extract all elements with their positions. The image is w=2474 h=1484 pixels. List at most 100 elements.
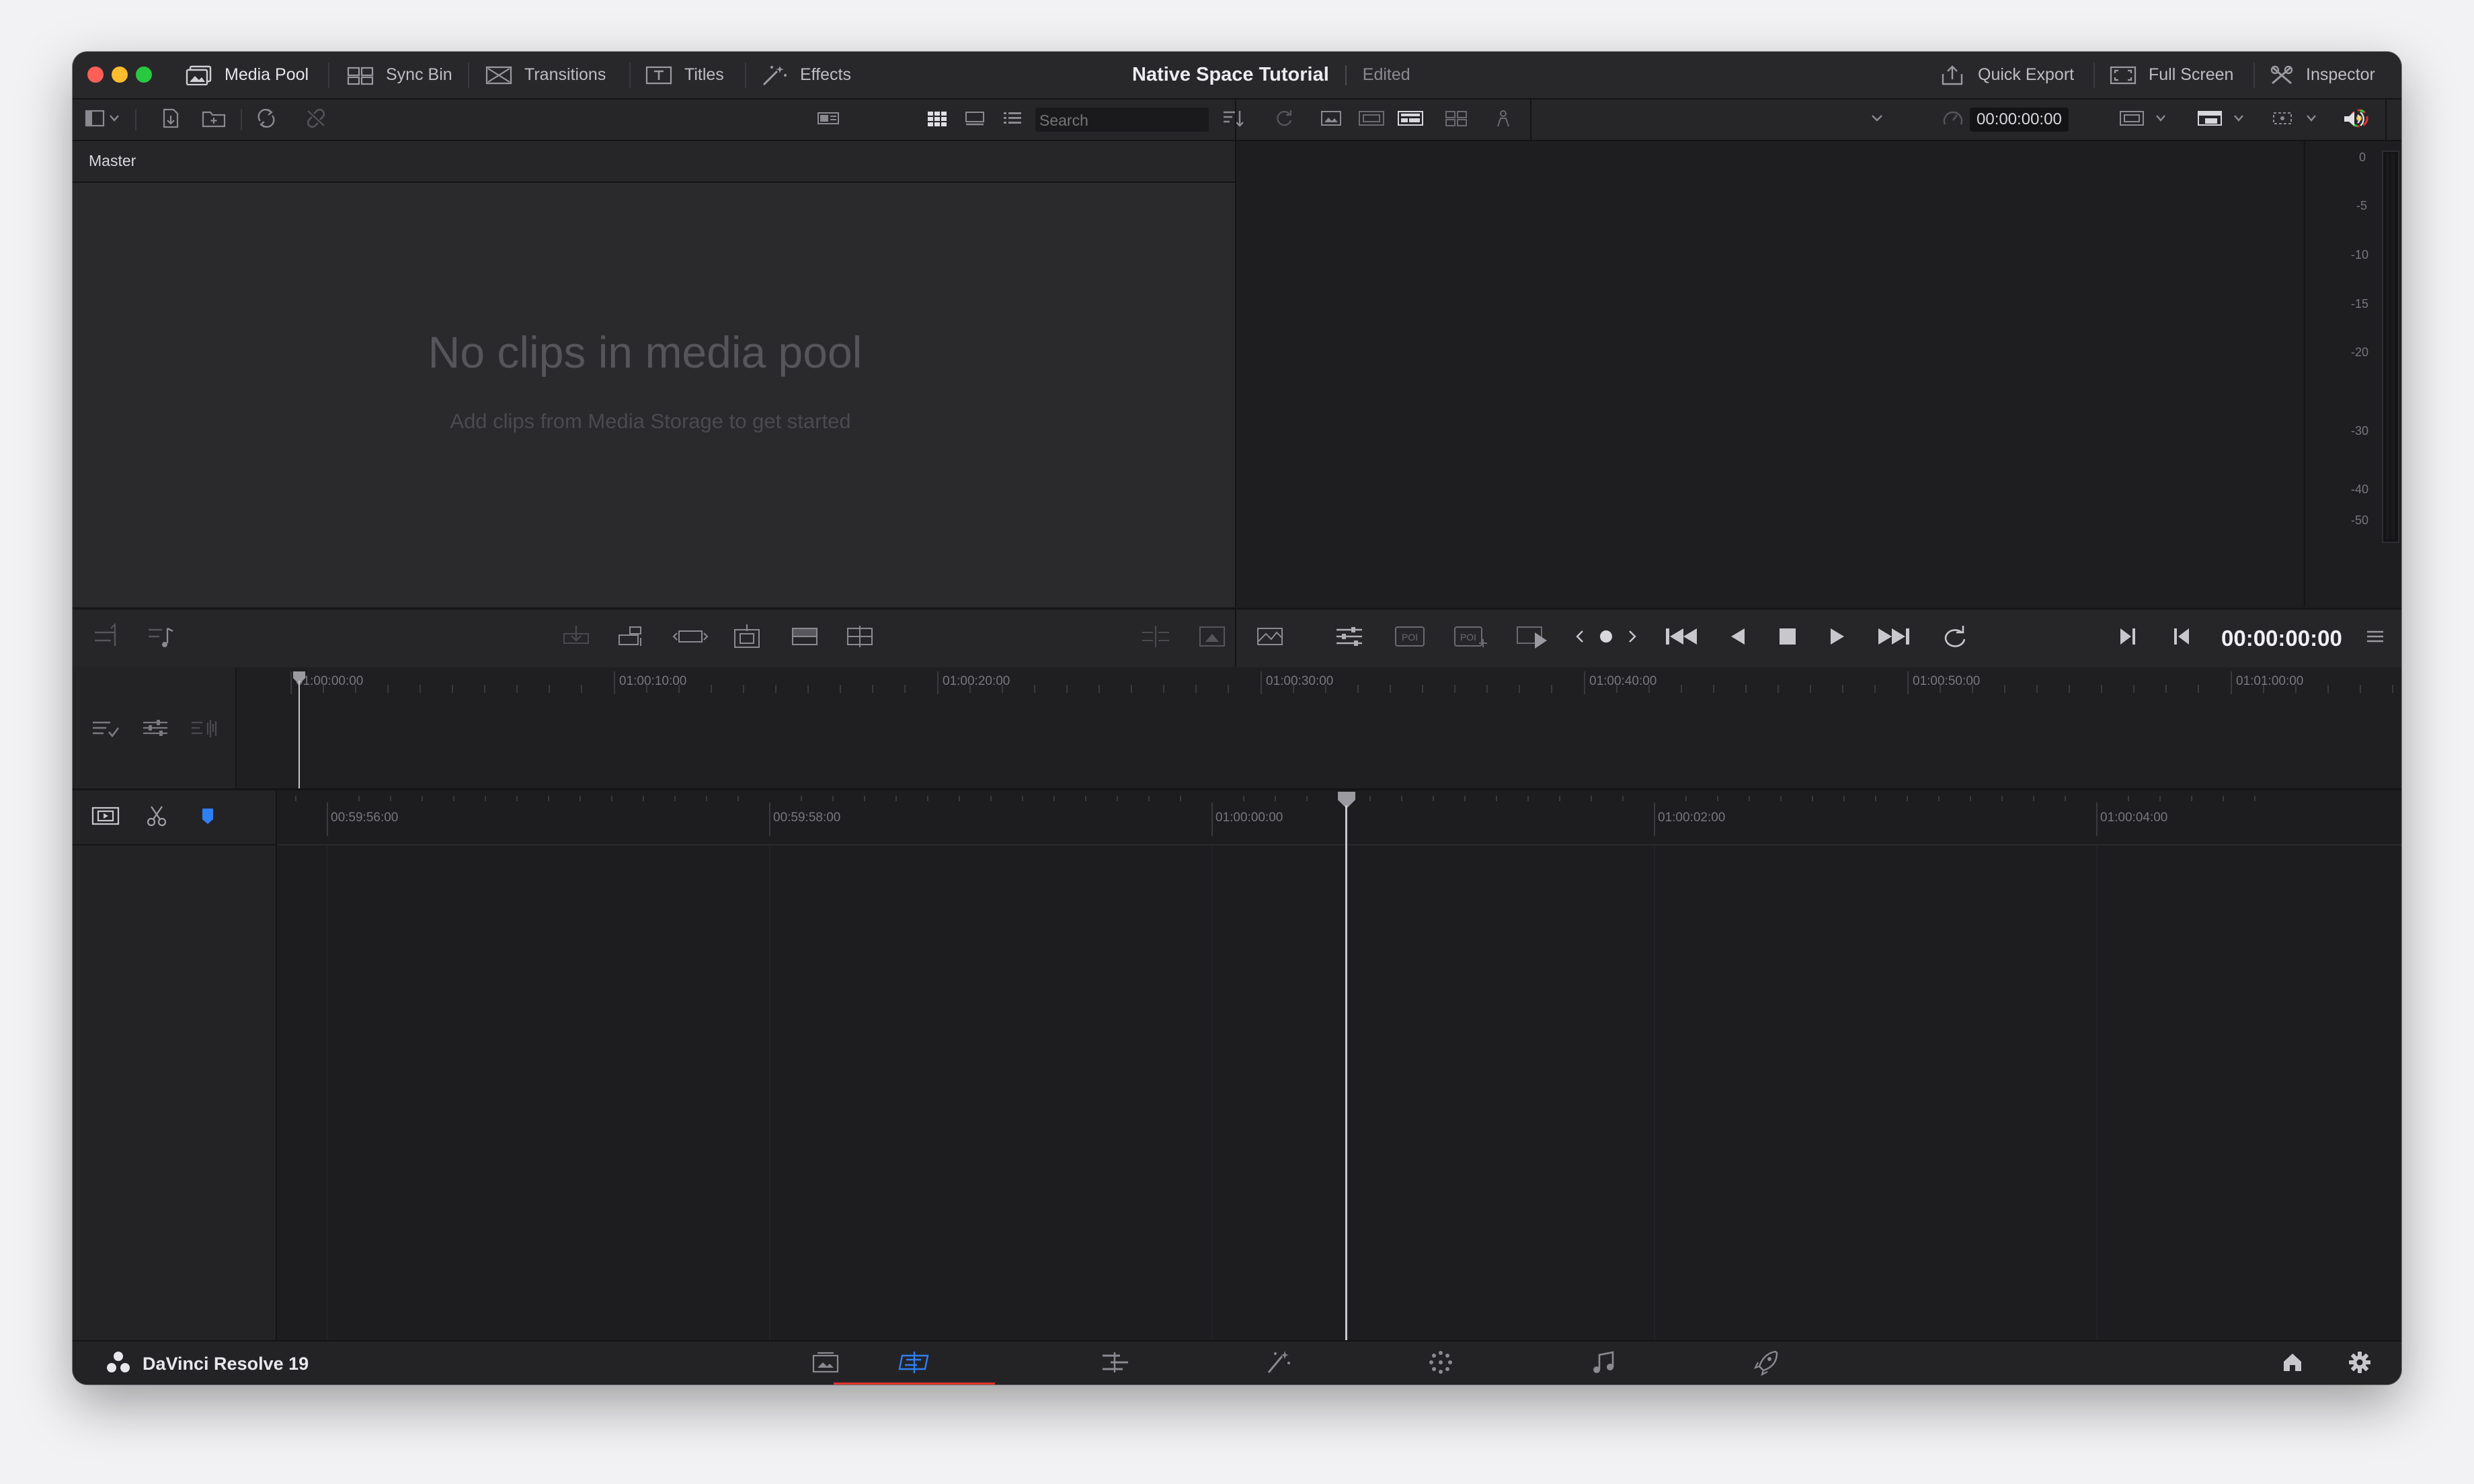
clip-view-button[interactable] xyxy=(89,804,122,831)
ruler-minor-tick xyxy=(390,796,391,801)
viewer-options-dropdown[interactable] xyxy=(1864,109,1890,130)
multicam-button[interactable] xyxy=(1441,109,1471,130)
go-to-start-button[interactable] xyxy=(1662,624,1702,651)
source-timecode-group[interactable]: 00:00:00:00 xyxy=(1942,106,2093,133)
play-mode-button[interactable] xyxy=(1514,624,1554,651)
ruler-minor-tick xyxy=(2360,685,2361,693)
viewer-panel[interactable] xyxy=(1236,141,2303,607)
audio-mute-button[interactable] xyxy=(2307,108,2401,132)
titles-button[interactable]: Titles xyxy=(645,52,724,98)
viewer-settings-button[interactable] xyxy=(1331,624,1367,651)
source-overwrite-button[interactable] xyxy=(842,624,878,651)
unlink-clips-button[interactable] xyxy=(303,108,329,130)
speaker-icon xyxy=(2342,109,2366,132)
smart-insert-button[interactable] xyxy=(558,624,594,651)
import-media-button[interactable] xyxy=(159,108,183,130)
audio-track-button[interactable] xyxy=(187,716,221,743)
inspector-button[interactable]: Inspector xyxy=(2270,52,2375,98)
display-options-dropdown[interactable] xyxy=(2194,109,2251,130)
append-button[interactable] xyxy=(614,624,651,651)
transitions-button[interactable]: Transitions xyxy=(485,52,606,98)
upper-ruler[interactable]: 01:00:00:00 01:00:10:00 01:00:20:00 01:00:3… xyxy=(237,667,2401,694)
track-select-button[interactable] xyxy=(89,716,122,743)
audio-only-button[interactable] xyxy=(90,622,124,651)
ruler-timecode-label: 01:00:30:00 xyxy=(1266,674,1334,688)
go-to-end-button[interactable] xyxy=(1873,624,1913,651)
refresh-button[interactable] xyxy=(1271,108,1298,132)
blade-tool-button[interactable] xyxy=(140,804,173,831)
safe-area-button[interactable] xyxy=(1490,109,1517,130)
add-poi-button[interactable]: POI xyxy=(1452,624,1488,651)
more-options-button[interactable] xyxy=(2358,624,2392,651)
marker-navigation[interactable] xyxy=(1569,624,1643,651)
timeline-viewer-button[interactable] xyxy=(1396,109,1425,130)
page-fusion-button[interactable] xyxy=(1242,1342,1314,1385)
timeline-track-area[interactable] xyxy=(277,846,2401,1340)
search-field[interactable] xyxy=(1035,108,1209,133)
bin-name[interactable]: Master xyxy=(89,152,136,170)
ruler-minor-tick xyxy=(355,685,356,693)
sort-button[interactable] xyxy=(1220,108,1246,132)
page-navigation-bar: DaVinci Resolve 19 xyxy=(73,1340,2401,1385)
zoom-options-dropdown[interactable] xyxy=(2116,109,2173,130)
source-tape-button[interactable] xyxy=(1357,109,1386,130)
effects-label: Effects xyxy=(800,65,851,84)
home-button[interactable] xyxy=(2272,1342,2313,1385)
media-pool-content[interactable]: No clips in media pool Add clips from Me… xyxy=(73,183,1235,607)
ripple-overwrite-button[interactable] xyxy=(672,624,709,651)
metadata-view-button[interactable] xyxy=(815,109,842,130)
place-on-top-button[interactable] xyxy=(787,624,823,651)
deliver-page-icon xyxy=(1753,1349,1780,1379)
close-up-button[interactable] xyxy=(729,624,765,651)
zoom-window-button[interactable] xyxy=(136,67,152,83)
ruler-minor-tick xyxy=(1842,685,1843,693)
minimize-window-button[interactable] xyxy=(112,67,128,83)
split-clip-button[interactable] xyxy=(1138,624,1174,651)
bin-list-toggle-button[interactable] xyxy=(83,109,124,130)
source-clip-button[interactable] xyxy=(1318,109,1345,130)
relink-clips-button[interactable] xyxy=(253,108,280,130)
transition-tool-button[interactable] xyxy=(1252,624,1288,651)
ruler-minor-tick xyxy=(1685,796,1687,801)
next-edit-button[interactable] xyxy=(2111,624,2145,651)
ruler-minor-tick xyxy=(1195,685,1197,693)
play-button[interactable] xyxy=(1821,624,1854,651)
thumbnail-view-button[interactable] xyxy=(924,109,951,130)
meter-scale-label: -5 xyxy=(2356,199,2368,212)
page-cut-button[interactable] xyxy=(834,1342,995,1385)
page-color-button[interactable] xyxy=(1405,1342,1476,1385)
playhead-timecode[interactable]: 00:00:00:00 xyxy=(2221,623,2342,654)
page-edit-button[interactable] xyxy=(1080,1342,1151,1385)
quick-export-button[interactable]: Quick Export xyxy=(1939,52,2074,98)
ruler-minor-tick xyxy=(1099,685,1100,693)
ruler-minor-tick xyxy=(2392,685,2393,693)
fusion-page-icon xyxy=(1265,1350,1291,1378)
page-deliver-button[interactable] xyxy=(1730,1342,1802,1385)
stop-button[interactable] xyxy=(1771,624,1804,651)
marker-button[interactable] xyxy=(191,804,225,831)
close-window-button[interactable] xyxy=(87,67,104,83)
video-only-button[interactable] xyxy=(144,624,177,651)
playhead-line xyxy=(1345,805,1347,1340)
media-pool-button[interactable]: Media Pool xyxy=(186,52,309,98)
full-screen-button[interactable]: Full Screen xyxy=(2110,52,2233,98)
search-input[interactable] xyxy=(1038,108,1202,133)
audio-meter: 0 -5 -10 -15 -20 -30 -40 -50 xyxy=(2304,141,2401,607)
previous-edit-button[interactable] xyxy=(2165,624,2198,651)
new-bin-button[interactable] xyxy=(200,109,227,130)
settings-button[interactable] xyxy=(2340,1342,2380,1385)
sync-bin-button[interactable]: Sync Bin xyxy=(347,52,452,98)
list-view-button[interactable] xyxy=(999,109,1026,130)
play-reverse-button[interactable] xyxy=(1721,624,1755,651)
fit-to-fill-button[interactable] xyxy=(1194,624,1230,651)
loop-button[interactable] xyxy=(1935,624,1971,651)
track-settings-button[interactable] xyxy=(138,716,172,743)
filmstrip-view-button[interactable] xyxy=(961,109,988,130)
divider xyxy=(2253,63,2255,88)
ruler-minor-tick xyxy=(1325,685,1326,693)
close-up-icon xyxy=(731,623,763,653)
divider xyxy=(1235,99,1236,140)
poi-button[interactable]: POI xyxy=(1392,624,1428,651)
page-fairlight-button[interactable] xyxy=(1568,1342,1639,1385)
effects-button[interactable]: Effects xyxy=(761,52,851,98)
